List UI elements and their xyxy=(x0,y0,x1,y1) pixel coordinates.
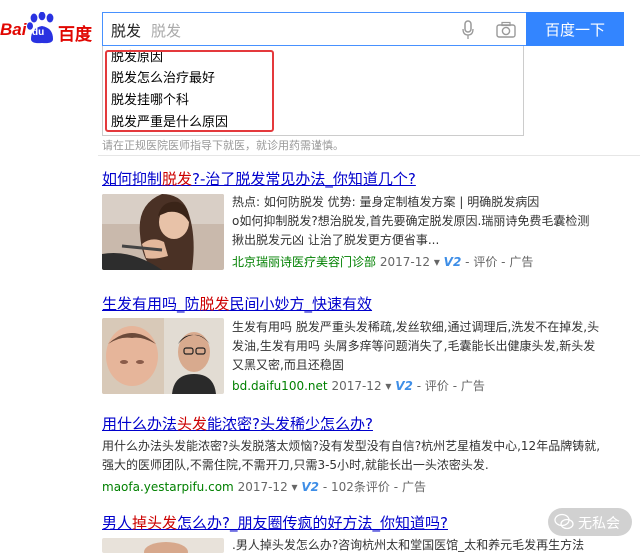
result-abstract: .男人掉头发怎么办?咨询杭州太和堂国医馆_太和养元毛发再生方法 xyxy=(232,538,585,552)
v2-badge[interactable]: V2 xyxy=(444,255,462,269)
result-source[interactable]: 北京瑞丽诗医疗美容门诊部 xyxy=(232,255,376,269)
ad-label: 广告 xyxy=(460,379,485,393)
result-thumbnail[interactable] xyxy=(102,318,224,394)
search-button[interactable]: 百度一下 xyxy=(526,12,624,46)
result-source[interactable]: maofa.yestarpifu.com xyxy=(102,480,234,494)
result-meta: maofa.yestarpifu.com 2017-12 ▾ V2 - 102条… xyxy=(102,480,426,494)
microphone-icon[interactable] xyxy=(462,20,474,40)
review-link[interactable]: 评价 xyxy=(473,255,497,269)
result-source[interactable]: bd.daifu100.net xyxy=(232,379,328,393)
result-meta: bd.daifu100.net 2017-12 ▾ V2 - 评价 - 广告 xyxy=(232,379,485,393)
review-link[interactable]: 评价 xyxy=(425,379,449,393)
divider xyxy=(98,155,640,156)
logo-text-baidu: 百度 xyxy=(58,25,92,45)
result-abstract: 用什么办法头发能浓密?头发脱落太烦恼?没有发型没有自信?杭州艺星植发中心,12年… xyxy=(102,439,601,472)
logo-text-bai: Bai xyxy=(0,20,27,39)
v2-badge[interactable]: V2 xyxy=(301,480,319,494)
camera-icon[interactable] xyxy=(496,21,516,39)
search-hint: 脱发 xyxy=(151,22,182,40)
result-title[interactable]: 男人掉头发怎么办?_朋友圈传疯的好方法_你知道吗? xyxy=(102,512,448,533)
review-link[interactable]: 102条评价 xyxy=(331,480,390,494)
paw-label: du xyxy=(32,27,45,38)
result-title[interactable]: 如何抑制脱发?-治了脱发常见办法_你知道几个? xyxy=(102,168,416,189)
highlight-box xyxy=(105,50,274,132)
result-abstract: 热点: 如何防脱发 优势: 量身定制植发方案 | 明确脱发病因 o如何抑制脱发?… xyxy=(232,195,590,247)
wechat-icon xyxy=(554,513,574,530)
result-thumbnail[interactable] xyxy=(102,538,224,553)
result-title[interactable]: 生发有用吗_防脱发民间小妙方_快速有效 xyxy=(102,293,372,314)
result-thumbnail[interactable] xyxy=(102,194,224,270)
result-title[interactable]: 用什么办法头发能浓密?头发稀少怎么办? xyxy=(102,413,373,434)
v2-badge[interactable]: V2 xyxy=(395,379,413,393)
result-meta: 北京瑞丽诗医疗美容门诊部 2017-12 ▾ V2 - 评价 - 广告 xyxy=(232,255,534,269)
watermark: 无私会 xyxy=(548,508,632,536)
search-query: 脱发 xyxy=(111,22,142,40)
baidu-logo[interactable]: Bai du 百度 xyxy=(0,12,100,48)
watermark-text: 无私会 xyxy=(578,516,620,532)
ad-label: 广告 xyxy=(509,255,534,269)
result-abstract: 生发有用吗 脱发严重头发稀疏,发丝软细,通过调理后,洗发不在掉发,头 发油,生发… xyxy=(232,320,600,372)
medical-notice: 请在正规医院医师指导下就医，就诊用药需谨慎。 xyxy=(102,139,344,152)
ad-label: 广告 xyxy=(401,480,426,494)
